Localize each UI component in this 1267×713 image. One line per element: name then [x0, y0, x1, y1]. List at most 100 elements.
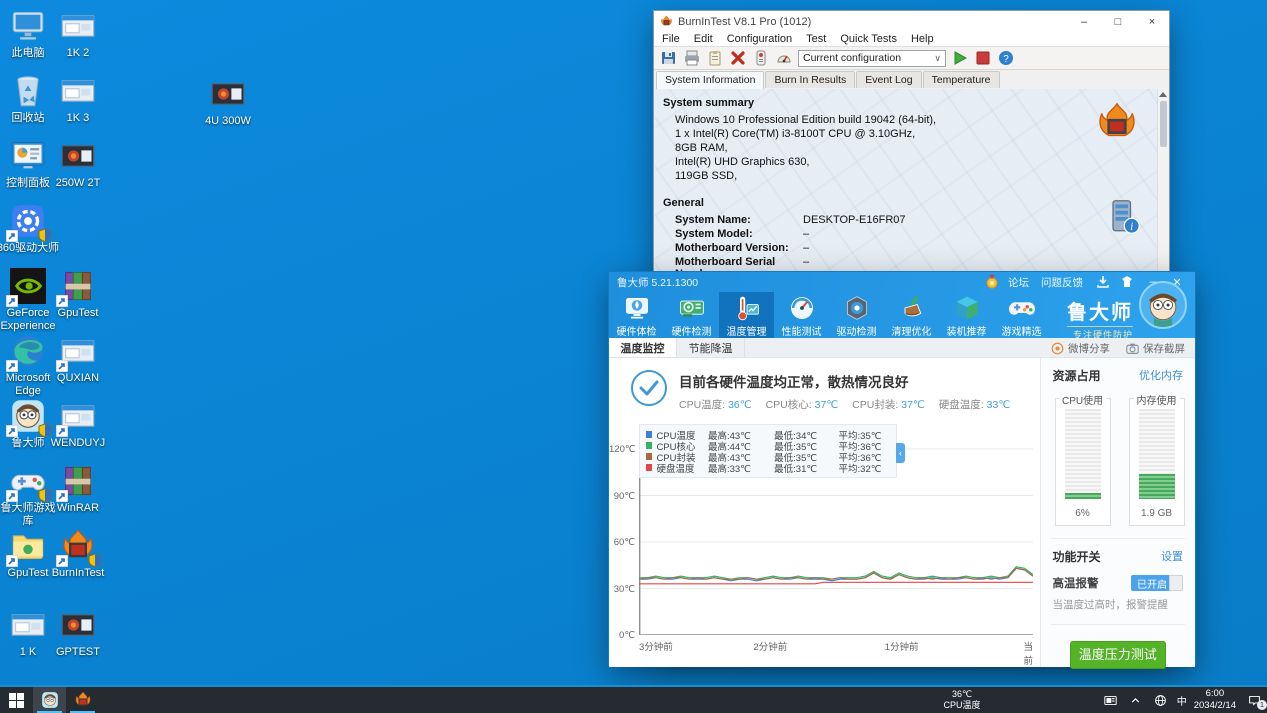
feedback-link[interactable]: 问题反馈: [1041, 275, 1083, 290]
desktop-icon[interactable]: 1K 2: [46, 8, 110, 60]
nav-item[interactable]: 驱动检测: [829, 292, 884, 338]
avatar[interactable]: [1139, 281, 1187, 329]
desktop-icon[interactable]: 4U 300W: [196, 76, 260, 128]
nav-item[interactable]: 清理优化: [884, 292, 939, 338]
ludashi-sidebar: 资源占用 优化内存 CPU使用 6% 内存使用 1.9 GB 功能开关 设置 高…: [1039, 358, 1195, 698]
tray-app-icon[interactable]: [1102, 691, 1120, 709]
tab[interactable]: Temperature: [922, 71, 1000, 88]
general-row: System Model: –: [655, 227, 1157, 241]
menu-item[interactable]: Configuration: [727, 33, 792, 45]
tab[interactable]: 温度监控: [609, 338, 677, 357]
desktop-icon[interactable]: QUXIAN: [46, 333, 110, 385]
temperature-stress-test-button[interactable]: 温度压力测试: [1069, 641, 1166, 669]
skin-menu-icon[interactable]: [1119, 275, 1135, 289]
desktop-icon[interactable]: WinRAR: [46, 463, 110, 515]
configuration-select[interactable]: Current configuration ∨: [798, 49, 946, 67]
scrollbar-up-arrow[interactable]: [1159, 92, 1167, 97]
network-globe-icon[interactable]: [1152, 691, 1170, 709]
resource-usage-title: 资源占用: [1052, 369, 1101, 383]
desktop-icon-art: [55, 268, 98, 308]
uac-shield-icon: [38, 228, 52, 243]
general-row-label: System Name:: [675, 214, 751, 226]
header-action[interactable]: 微博分享: [1051, 341, 1110, 356]
tab[interactable]: Burn In Results: [765, 71, 856, 88]
tab[interactable]: Event Log: [856, 71, 922, 88]
desktop-icon[interactable]: BurnInTest: [46, 528, 110, 580]
nav-item[interactable]: 性能测试: [774, 292, 829, 338]
desktop-icon[interactable]: GPTEST: [46, 607, 110, 659]
taskbar-app-button[interactable]: [33, 687, 66, 713]
shortcut-arrow-icon: [55, 294, 69, 308]
menu-item[interactable]: Quick Tests: [840, 33, 897, 45]
start-button[interactable]: [0, 687, 33, 713]
nav-item[interactable]: 温度管理: [719, 292, 774, 338]
legend-collapse-handle[interactable]: ‹: [896, 443, 905, 463]
gauge-label: CPU使用: [1058, 392, 1107, 407]
maximize-button[interactable]: □: [1101, 11, 1135, 32]
high-temp-alarm-label: 高温报警: [1052, 578, 1099, 590]
ludashi-header: 鲁大师 5.21.1300 论坛 问题反馈 — ✕ 硬件体检: [609, 272, 1195, 340]
gauge-icon[interactable]: [775, 49, 793, 67]
usage-gauge: 内存使用 1.9 GB: [1128, 392, 1185, 526]
scrollbar-thumb[interactable]: [1159, 101, 1167, 147]
metric-label: 硬盘温度:: [938, 399, 984, 411]
nav-item-label: 驱动检测: [836, 326, 877, 338]
nav-item[interactable]: 硬件体检: [609, 292, 664, 338]
metric-label: CPU封装:: [852, 399, 899, 411]
forum-link[interactable]: 论坛: [1008, 275, 1029, 290]
report-icon[interactable]: [706, 49, 724, 67]
general-row-value: DESKTOP-E16FR07: [803, 214, 906, 226]
tab[interactable]: System Information: [656, 71, 765, 89]
start-tests-icon[interactable]: [951, 49, 969, 67]
status-metric: CPU封装: 37℃: [852, 397, 925, 412]
desktop-icon[interactable]: GpuTest: [46, 268, 110, 320]
medal-icon[interactable]: [984, 275, 1000, 289]
system-summary-heading: System summary: [663, 97, 755, 109]
nav-item-icon: [678, 300, 706, 325]
action-center-icon[interactable]: 1: [1243, 691, 1267, 710]
ime-indicator[interactable]: 中: [1177, 693, 1187, 708]
desktop-icon[interactable]: 360驱动大师: [0, 203, 60, 255]
taskbar-app-button[interactable]: [66, 687, 99, 713]
desktop-icon[interactable]: WENDUYJ: [46, 398, 110, 450]
minimize-button[interactable]: –: [1067, 11, 1101, 32]
high-temp-alarm-toggle[interactable]: 已开启: [1131, 575, 1183, 591]
legend-swatch: [646, 442, 653, 449]
stop-tests-icon[interactable]: [974, 49, 992, 67]
series-line-硬盘温度: [639, 581, 1033, 585]
menu-item[interactable]: File: [662, 33, 680, 45]
download-icon[interactable]: [1095, 275, 1111, 289]
desktop-icon-label: QUXIAN: [56, 372, 100, 384]
menu-item[interactable]: Test: [806, 33, 826, 45]
delete-icon[interactable]: [729, 49, 747, 67]
nav-item[interactable]: 游戏精选: [994, 292, 1049, 338]
optimize-memory-link[interactable]: 优化内存: [1139, 367, 1183, 384]
close-button[interactable]: ×: [1135, 11, 1169, 32]
settings-link[interactable]: 设置: [1161, 548, 1183, 565]
tray-cpu-temp-label: CPU温度: [943, 700, 981, 710]
action-icon: [1051, 342, 1064, 354]
certificate-icon[interactable]: [752, 49, 770, 67]
header-action[interactable]: 保存截屏: [1126, 341, 1185, 356]
tray-cpu-temp-widget[interactable]: 36℃ CPU温度: [936, 687, 988, 713]
shortcut-arrow-icon: [55, 489, 69, 503]
tab[interactable]: 节能降温: [677, 338, 745, 357]
save-icon[interactable]: [660, 49, 678, 67]
menu-item[interactable]: Edit: [694, 33, 713, 45]
nav-item[interactable]: 装机推荐: [939, 292, 994, 338]
tray-chevron-up-icon[interactable]: [1127, 691, 1145, 709]
nav-item-icon: [788, 297, 816, 325]
shortcut-arrow-icon: [5, 359, 19, 373]
nav-item[interactable]: 硬件检测: [664, 292, 719, 338]
nav-item-label: 硬件体检: [616, 326, 657, 338]
desktop-icon-art: [8, 138, 48, 174]
status-ok-icon: [631, 370, 667, 406]
desktop-icon-art: [58, 73, 98, 109]
print-icon[interactable]: [683, 49, 701, 67]
help-icon[interactable]: ?: [997, 49, 1015, 67]
desktop-icon[interactable]: 250W 2T: [46, 138, 110, 190]
desktop-icon[interactable]: 1K 3: [46, 73, 110, 125]
menu-item[interactable]: Help: [911, 33, 934, 45]
clock[interactable]: 6:00 2034/2/14: [1194, 688, 1236, 712]
temperature-monitor-panel: 目前各硬件温度均正常，散热情况良好 CPU温度: 36℃ CPU核心: 37℃ CP…: [609, 358, 1040, 667]
